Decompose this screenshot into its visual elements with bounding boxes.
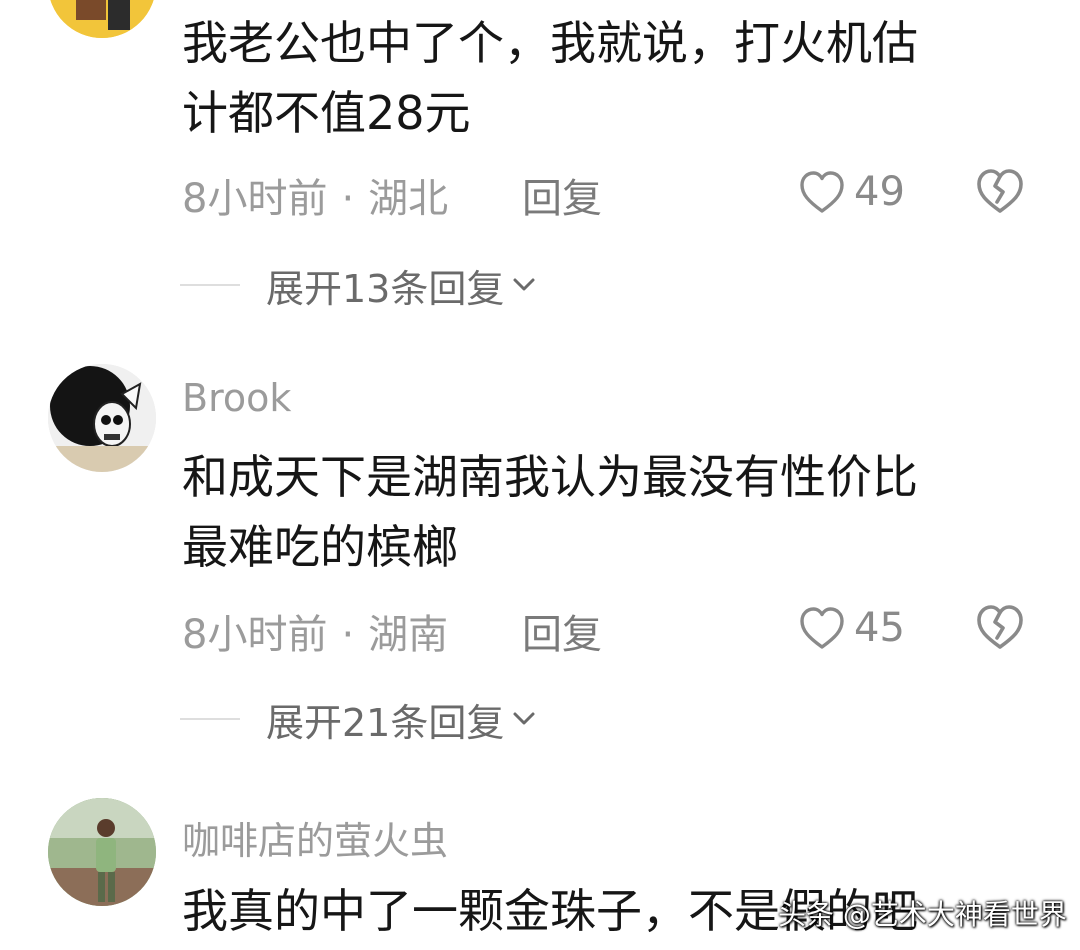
meta-separator: ·: [341, 612, 355, 658]
comment-text-line: 我老公也中了个，我就说，打火机估: [182, 16, 918, 70]
heart-outline-icon: [800, 607, 844, 649]
like-count: 49: [854, 169, 905, 215]
dislike-button[interactable]: [974, 602, 1026, 652]
expand-replies[interactable]: 展开13条回复: [180, 260, 538, 311]
broken-heart-icon: [977, 169, 1023, 213]
broken-heart-icon: [977, 605, 1023, 649]
comment-meta: 8小时前 · 湖南: [182, 602, 448, 660]
comment-location: 湖北: [368, 176, 449, 222]
comment-time: 8小时前: [182, 612, 328, 658]
avatar[interactable]: [48, 364, 156, 472]
expand-replies[interactable]: 展开21条回复: [180, 694, 538, 745]
comment-text-line: 和成天下是湖南我认为最没有性价比: [182, 450, 918, 504]
comment-text-line: 最难吃的槟榔: [182, 520, 458, 574]
chevron-down-icon: [513, 278, 535, 291]
comment-location: 湖南: [368, 612, 449, 658]
like-button[interactable]: 45: [798, 602, 905, 654]
reply-button[interactable]: 回复: [522, 602, 602, 660]
username[interactable]: 咖啡店的萤火虫: [182, 810, 448, 865]
expand-replies-label: 展开13条回复: [266, 266, 505, 311]
comment-time: 8小时前: [182, 176, 328, 222]
heart-outline-icon: [800, 171, 844, 213]
comment-text: 和成天下是湖南我认为最没有性价比 最难吃的槟榔: [182, 442, 1012, 582]
expand-replies-label: 展开21条回复: [266, 700, 505, 745]
avatar[interactable]: [48, 798, 156, 906]
chevron-down-icon: [513, 712, 535, 725]
like-button[interactable]: 49: [798, 166, 905, 218]
username[interactable]: Brook: [182, 376, 291, 420]
meta-separator: ·: [341, 176, 355, 222]
divider: [180, 284, 240, 286]
like-count: 45: [854, 605, 905, 651]
dislike-button[interactable]: [974, 166, 1026, 216]
watermark: 头条 @艺术大神看世界: [778, 898, 1067, 931]
avatar[interactable]: [48, 0, 156, 38]
comment-text-line: 计都不值28元: [182, 86, 471, 140]
comment-text: 我老公也中了个，我就说，打火机估 计都不值28元: [182, 8, 1012, 148]
divider: [180, 718, 240, 720]
reply-button[interactable]: 回复: [522, 166, 602, 224]
comment-meta: 8小时前 · 湖北: [182, 166, 448, 224]
